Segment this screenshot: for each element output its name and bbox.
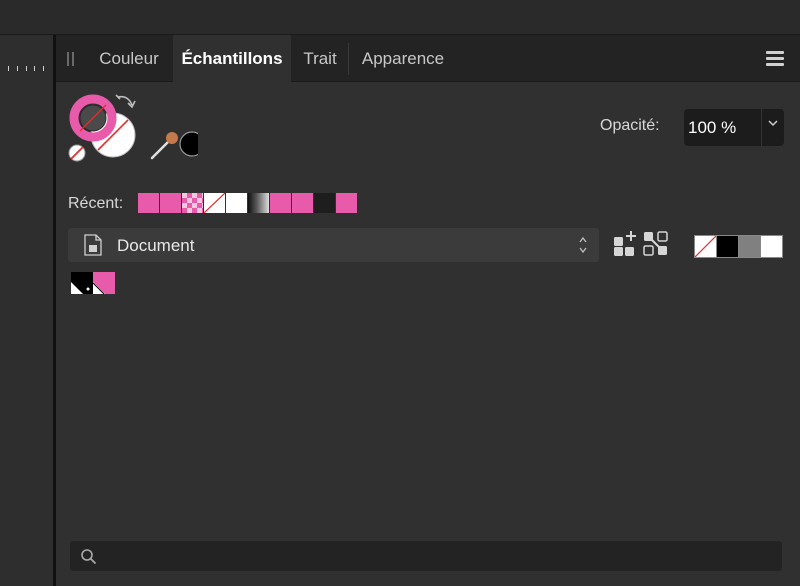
quick-swatch-white[interactable] bbox=[760, 235, 783, 258]
recent-swatch[interactable] bbox=[138, 193, 159, 213]
opacity-value[interactable]: 100 % bbox=[688, 118, 736, 138]
recent-swatch[interactable] bbox=[270, 193, 291, 213]
recent-swatch[interactable] bbox=[292, 193, 313, 213]
tab-couleur[interactable]: Couleur bbox=[86, 35, 172, 82]
palette-selector[interactable]: Document bbox=[68, 228, 599, 262]
recent-swatch[interactable] bbox=[182, 193, 203, 213]
fill-stroke-wells[interactable] bbox=[68, 93, 198, 168]
swatches-panel: Couleur Échantillons Trait Apparence Opa… bbox=[56, 35, 800, 586]
updown-chevron-icon bbox=[579, 236, 587, 254]
opacity-field[interactable]: 100 % bbox=[684, 109, 784, 146]
document-swatch[interactable] bbox=[71, 272, 93, 294]
tab-bar: Couleur Échantillons Trait Apparence bbox=[56, 35, 800, 83]
recent-swatch[interactable] bbox=[204, 193, 225, 213]
eyedropper-icon[interactable] bbox=[150, 132, 178, 160]
quick-swatch-none[interactable] bbox=[694, 235, 717, 258]
document-swatch[interactable] bbox=[93, 272, 115, 294]
left-panel-edge bbox=[0, 35, 53, 586]
swap-colors-icon[interactable] bbox=[115, 94, 136, 109]
quick-swatch-gray[interactable] bbox=[738, 235, 761, 258]
tab-trait[interactable]: Trait bbox=[292, 35, 348, 82]
recent-swatch[interactable] bbox=[226, 193, 247, 213]
recent-swatch[interactable] bbox=[336, 193, 357, 213]
panel-grip-handle[interactable] bbox=[67, 52, 74, 66]
top-toolbar bbox=[0, 0, 800, 35]
recent-label: Récent: bbox=[68, 195, 124, 212]
add-swatch-icon[interactable] bbox=[613, 231, 639, 257]
panel-menu-icon[interactable] bbox=[766, 51, 784, 67]
search-bar[interactable] bbox=[70, 541, 782, 571]
tab-echantillons[interactable]: Échantillons bbox=[173, 35, 291, 83]
quick-swatch-black[interactable] bbox=[716, 235, 739, 258]
opacity-label: Opacité: bbox=[600, 117, 660, 134]
document-icon bbox=[84, 234, 102, 256]
search-input[interactable] bbox=[106, 546, 766, 566]
none-color-icon[interactable] bbox=[68, 144, 86, 162]
recent-swatch[interactable] bbox=[160, 193, 181, 213]
palette-options-icon[interactable] bbox=[643, 231, 669, 257]
search-icon bbox=[81, 549, 96, 564]
ruler-ticks bbox=[6, 63, 46, 71]
recent-swatch[interactable] bbox=[314, 193, 335, 213]
picked-color-swatch[interactable] bbox=[179, 131, 198, 157]
recent-swatch[interactable] bbox=[248, 193, 269, 213]
chevron-down-icon[interactable] bbox=[767, 117, 779, 129]
stroke-well[interactable] bbox=[69, 94, 117, 142]
tab-apparence[interactable]: Apparence bbox=[349, 35, 457, 82]
palette-name: Document bbox=[117, 236, 195, 255]
